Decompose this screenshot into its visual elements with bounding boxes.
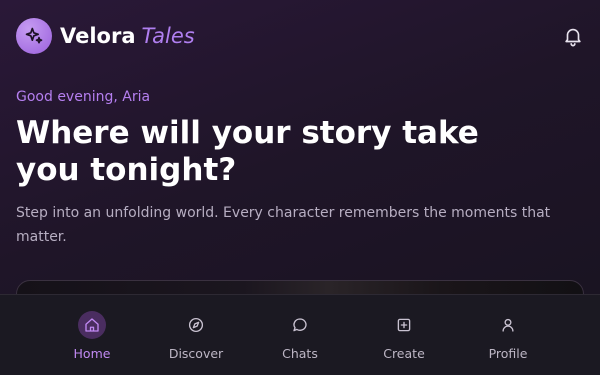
plus-square-icon — [390, 311, 418, 339]
hero-description: Step into an unfolding world. Every char… — [16, 205, 551, 245]
brand-main: Velora — [60, 24, 136, 48]
tab-label: Chats — [282, 346, 318, 361]
bell-icon[interactable] — [562, 25, 584, 47]
greeting-text: Good evening, Aria — [16, 89, 151, 105]
sparkle-icon[interactable] — [16, 18, 52, 54]
user-icon — [494, 311, 522, 339]
bottom-tab-bar: Home Discover Chats Create Profile — [0, 294, 600, 375]
compass-icon — [182, 311, 210, 339]
brand-name[interactable]: Velora Tales — [60, 18, 195, 54]
tab-label: Create — [383, 346, 425, 361]
tab-label: Home — [73, 346, 111, 361]
app-header: Velora Tales — [16, 18, 584, 54]
tab-discover[interactable]: Discover — [151, 295, 241, 361]
home-icon — [78, 311, 106, 339]
tab-create[interactable]: Create — [359, 295, 449, 361]
tab-home[interactable]: Home — [47, 295, 137, 361]
tab-label: Discover — [168, 346, 224, 361]
tab-label: Profile — [488, 346, 528, 361]
page-title: Where will your story take you tonight? — [16, 115, 479, 188]
brand-accent: Tales — [141, 24, 195, 48]
chat-bubble-icon — [286, 311, 314, 339]
tab-chats[interactable]: Chats — [255, 295, 345, 361]
tab-profile[interactable]: Profile — [463, 295, 553, 361]
